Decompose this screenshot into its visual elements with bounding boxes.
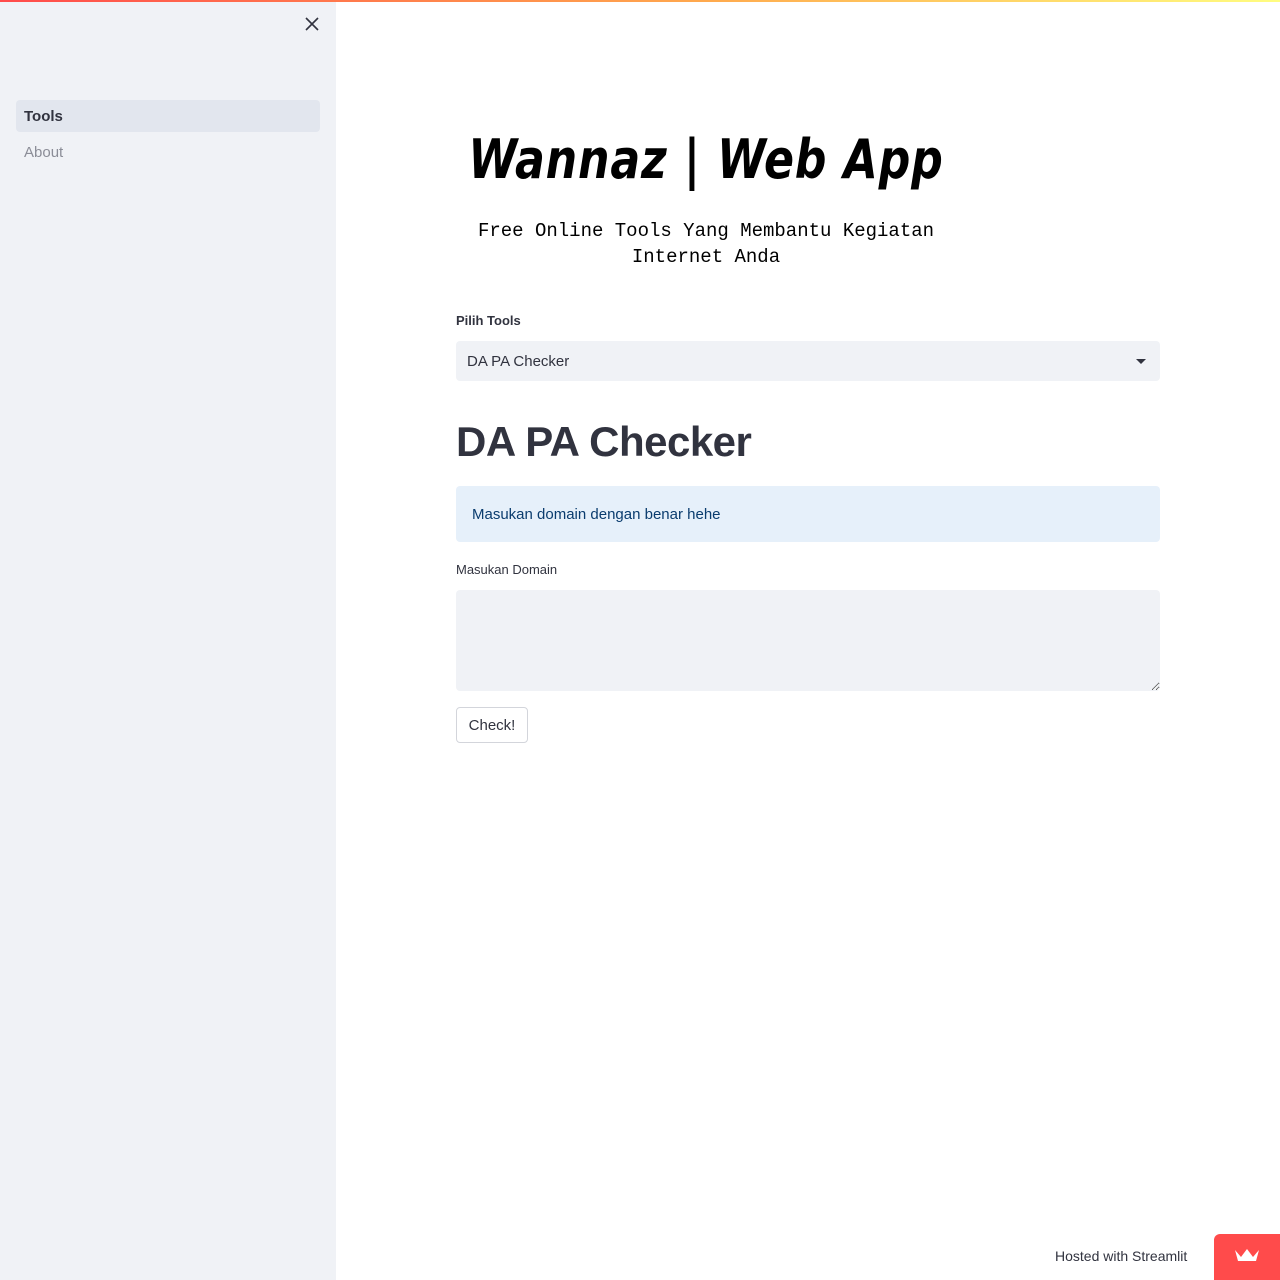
chevron-down-icon [1136, 359, 1146, 364]
main-content: Wannaz | Web App Free Online Tools Yang … [336, 0, 1280, 1280]
app-subtitle: Free Online Tools Yang Membantu Kegiatan… [477, 220, 935, 268]
sidebar-item-tools[interactable]: Tools [16, 100, 320, 132]
info-alert: Masukan domain dengan benar hehe [456, 486, 1160, 542]
sidebar-item-label: About [24, 143, 64, 161]
top-gradient-bar [0, 0, 1280, 2]
check-button[interactable]: Check! [456, 707, 528, 743]
sidebar: Tools About [0, 0, 336, 1280]
tool-select[interactable]: DA PA Checker [456, 341, 1160, 381]
sidebar-close-button[interactable] [300, 14, 324, 38]
sidebar-nav: Tools About [16, 100, 320, 172]
close-icon [304, 16, 320, 37]
domain-input-label: Masukan Domain [456, 562, 558, 577]
info-alert-text: Masukan domain dengan benar hehe [472, 505, 721, 523]
section-title: DA PA Checker [456, 418, 752, 465]
crown-icon [1233, 1246, 1261, 1269]
domain-input[interactable] [456, 590, 1160, 691]
hosted-with-streamlit-text[interactable]: Hosted with Streamlit [1055, 1248, 1187, 1264]
sidebar-item-about[interactable]: About [16, 136, 320, 168]
tool-select-value: DA PA Checker [467, 352, 570, 370]
streamlit-badge[interactable] [1214, 1234, 1280, 1280]
tool-select-label: Pilih Tools [456, 313, 521, 328]
sidebar-item-label: Tools [24, 107, 63, 125]
app-title: Wannaz | Web App [468, 128, 944, 191]
